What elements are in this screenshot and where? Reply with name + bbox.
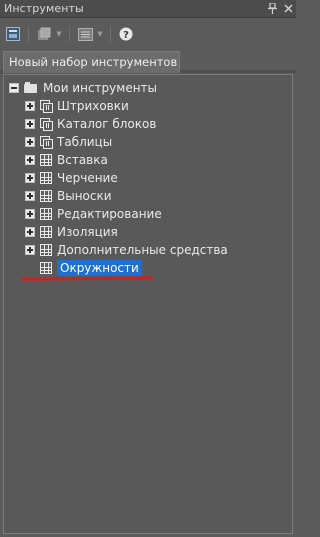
grid-icon	[40, 208, 52, 220]
tree-item-label: Вставка	[57, 153, 108, 167]
grid-icon	[40, 154, 52, 166]
tree-item-tables[interactable]: Таблицы	[25, 133, 112, 151]
expand-icon[interactable]	[25, 155, 35, 165]
expand-icon[interactable]	[25, 119, 35, 129]
tree-item-block-catalog[interactable]: Каталог блоков	[25, 115, 156, 133]
tree-item-editing[interactable]: Редактирование	[25, 205, 162, 223]
window-title: Инструменты	[4, 2, 84, 15]
tree-item-label: Изоляция	[57, 225, 118, 239]
expand-icon[interactable]	[25, 245, 35, 255]
grid-icon	[40, 262, 52, 274]
close-icon[interactable]	[280, 1, 296, 17]
tree-item-label: Каталог блоков	[57, 117, 157, 131]
tree-root[interactable]: Мои инструменты	[9, 79, 157, 97]
tree-item-leaders[interactable]: Выноски	[25, 187, 112, 205]
tab-new-tool-set[interactable]: Новый набор инструментов	[3, 51, 180, 73]
window-titlebar: Инструменты	[0, 0, 296, 18]
expand-icon[interactable]	[25, 101, 35, 111]
toolbar: ▼ ▼ ?	[0, 22, 296, 46]
grid-icon	[40, 190, 52, 202]
tree-item-label: Таблицы	[57, 135, 113, 149]
expand-icon[interactable]	[25, 137, 35, 147]
tree-item-isolation[interactable]: Изоляция	[25, 223, 118, 241]
expand-icon[interactable]	[25, 173, 35, 183]
grid-icon	[40, 244, 52, 256]
grid-icon	[40, 172, 52, 184]
tree-item-drafting[interactable]: Черчение	[25, 169, 118, 187]
tool-palette-icon[interactable]	[4, 25, 22, 43]
svg-text:?: ?	[123, 30, 129, 41]
expand-icon[interactable]	[25, 209, 35, 219]
tree-item-label: Дополнительные средства	[57, 243, 228, 257]
pin-icon[interactable]	[264, 1, 280, 17]
tree-item-label: Выноски	[57, 189, 112, 203]
stack-icon	[40, 100, 53, 113]
stack-icon	[40, 136, 53, 149]
tool-tree-panel[interactable]: Мои инструменты Штриховки Каталог блоков…	[3, 74, 293, 534]
toolbar-separator	[110, 26, 111, 42]
grid-icon	[40, 226, 52, 238]
tree-item-circles[interactable]: Окружности	[25, 259, 142, 277]
expand-icon[interactable]	[25, 227, 35, 237]
toolbar-separator	[28, 26, 29, 42]
tree-item-label-selected: Окружности	[57, 260, 142, 276]
help-icon[interactable]: ?	[117, 25, 135, 43]
tree-root-label: Мои инструменты	[43, 81, 158, 95]
view-options-icon[interactable]	[76, 25, 94, 43]
chevron-down-icon[interactable]: ▼	[55, 25, 63, 43]
collapse-icon[interactable]	[9, 83, 19, 93]
tree-item-insert[interactable]: Вставка	[25, 151, 108, 169]
tree-item-hatches[interactable]: Штриховки	[25, 97, 129, 115]
properties-icon[interactable]	[35, 25, 53, 43]
tree-item-extra-tools[interactable]: Дополнительные средства	[25, 241, 228, 259]
expand-icon[interactable]	[25, 191, 35, 201]
tab-bar: Новый набор инструментов	[0, 48, 296, 73]
chevron-down-icon[interactable]: ▼	[96, 25, 104, 43]
stack-icon	[40, 118, 53, 131]
folder-icon	[24, 82, 38, 94]
tree-item-label: Редактирование	[57, 207, 162, 221]
tree-item-label: Штриховки	[57, 99, 129, 113]
toolbar-separator	[69, 26, 70, 42]
tree-item-label: Черчение	[57, 171, 118, 185]
